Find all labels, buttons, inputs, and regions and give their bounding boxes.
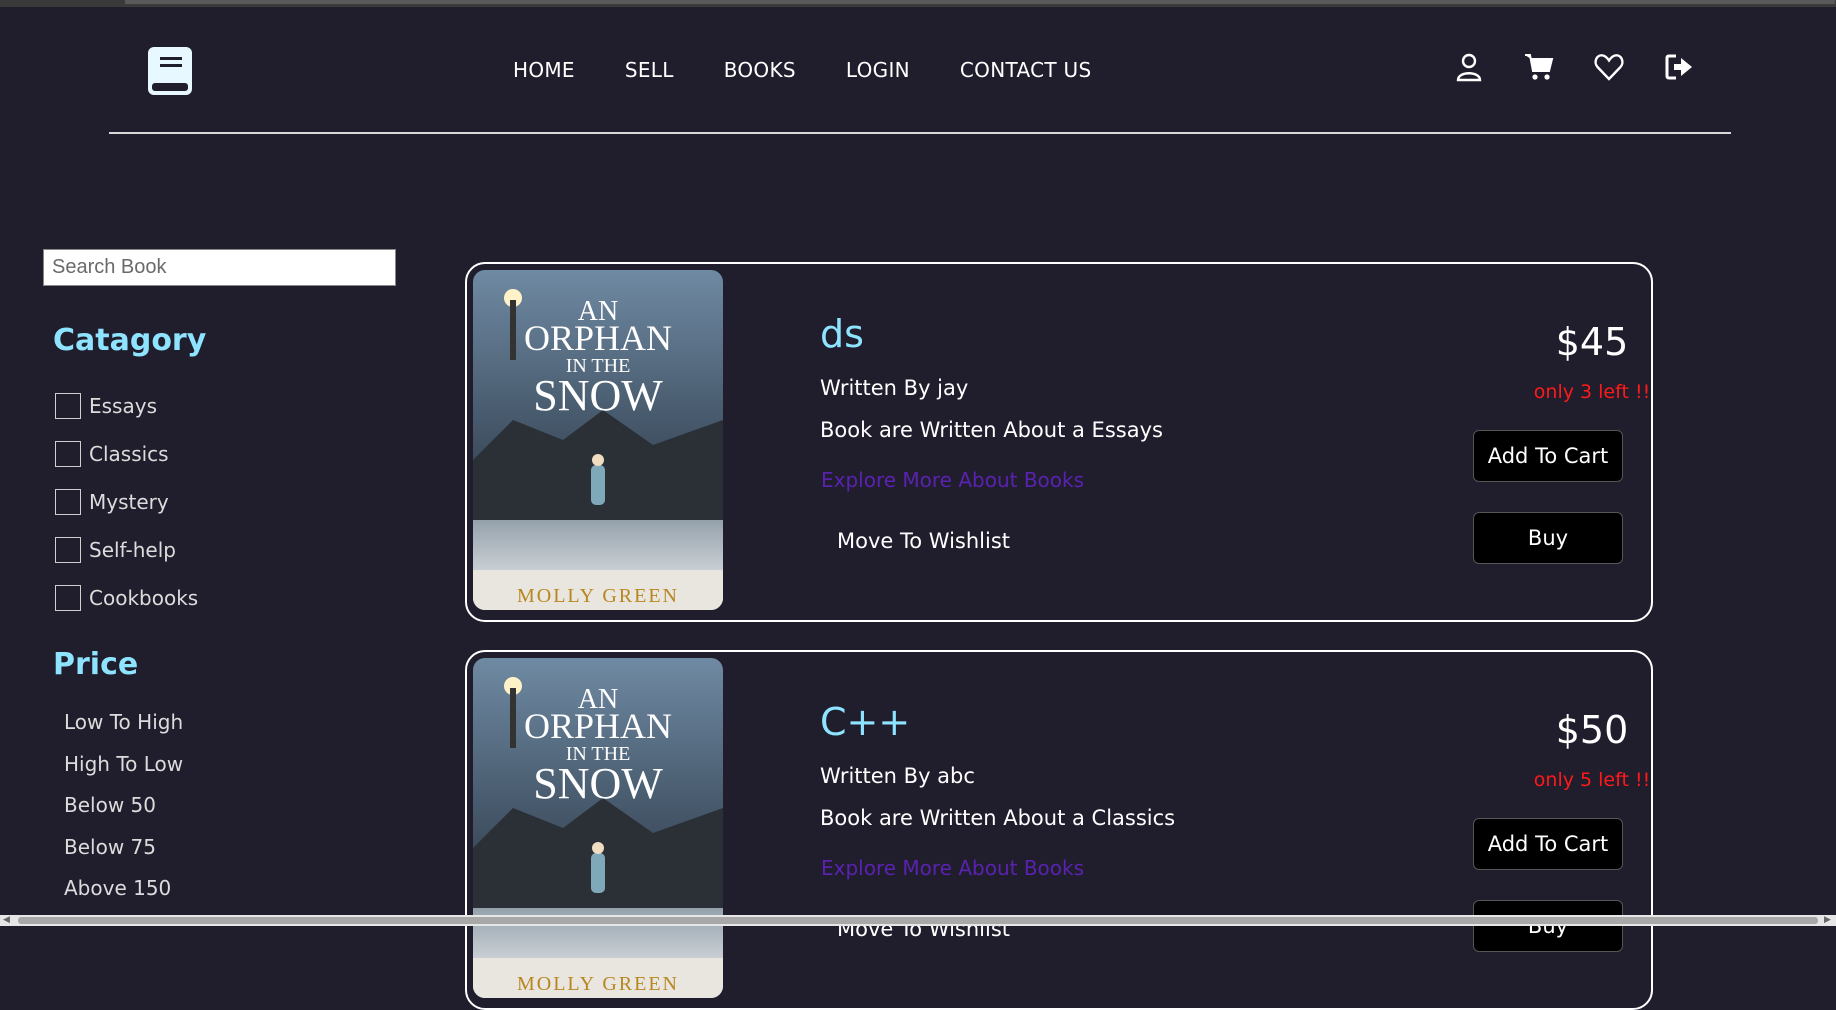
add-to-cart-button[interactable]: Add To Cart <box>1473 430 1623 482</box>
scrollbar-thumb[interactable] <box>18 917 1818 924</box>
book-author: Written By jay <box>820 376 969 400</box>
category-classics[interactable]: Classics <box>55 430 198 478</box>
category-mystery[interactable]: Mystery <box>55 478 198 526</box>
horizontal-scrollbar[interactable]: ◀ ▶ <box>0 915 1836 926</box>
price-above-150[interactable]: Above 150 <box>64 876 183 918</box>
category-list: Essays Classics Mystery Self-help Cookbo… <box>55 382 198 622</box>
category-checkbox[interactable] <box>55 585 81 611</box>
category-checkbox[interactable] <box>55 537 81 563</box>
book-about: Book are Written About a Classics <box>820 806 1176 830</box>
book-cover-image[interactable]: AN ORPHAN IN THE SNOW MOLLY GREEN <box>473 270 723 610</box>
book-title: C++ <box>820 700 911 744</box>
nav-login[interactable]: LOGIN <box>846 58 910 82</box>
book-card: AN ORPHAN IN THE SNOW MOLLY GREEN ds Wri… <box>465 262 1653 622</box>
book-title: ds <box>820 312 864 356</box>
header-divider <box>109 132 1731 134</box>
header-icons <box>1454 52 1694 82</box>
user-icon[interactable] <box>1454 52 1484 82</box>
category-label: Mystery <box>89 490 169 514</box>
price-high-to-low[interactable]: High To Low <box>64 752 183 794</box>
buy-button[interactable]: Buy <box>1473 900 1623 952</box>
move-to-wishlist-button[interactable]: Move To Wishlist <box>837 529 1010 553</box>
stock-warning: only 5 left !! <box>1533 769 1651 791</box>
category-label: Self-help <box>89 538 176 562</box>
price-below-75[interactable]: Below 75 <box>64 835 183 877</box>
main-nav: HOME SELL BOOKS LOGIN CONTACT US <box>513 58 1141 82</box>
category-checkbox[interactable] <box>55 441 81 467</box>
book-card: AN ORPHAN IN THE SNOW MOLLY GREEN C++ Wr… <box>465 650 1653 1010</box>
category-heading: Catagory <box>53 323 207 358</box>
category-self-help[interactable]: Self-help <box>55 526 198 574</box>
cover-title-line: ORPHAN <box>524 318 672 358</box>
cover-title-line: ORPHAN <box>524 706 672 746</box>
category-checkbox[interactable] <box>55 393 81 419</box>
book-about: Book are Written About a Essays <box>820 418 1163 442</box>
nav-contact-us[interactable]: CONTACT US <box>960 58 1092 82</box>
stock-warning: only 3 left !! <box>1533 381 1651 403</box>
price-below-50[interactable]: Below 50 <box>64 793 183 835</box>
cover-author: MOLLY GREEN <box>517 585 679 607</box>
cover-author: MOLLY GREEN <box>517 973 679 995</box>
price-filter-list: Low To High High To Low Below 50 Below 7… <box>64 710 183 918</box>
browser-top-strip <box>0 0 1836 7</box>
cover-title-line: SNOW <box>533 759 663 808</box>
nav-home[interactable]: HOME <box>513 58 575 82</box>
add-to-cart-button[interactable]: Add To Cart <box>1473 818 1623 870</box>
cart-icon[interactable] <box>1524 52 1554 82</box>
price-heading: Price <box>53 647 139 682</box>
buy-button[interactable]: Buy <box>1473 512 1623 564</box>
book-logo-icon[interactable] <box>146 45 194 97</box>
explore-more-link[interactable]: Explore More About Books <box>821 856 1084 880</box>
book-author: Written By abc <box>820 764 975 788</box>
category-checkbox[interactable] <box>55 489 81 515</box>
category-label: Cookbooks <box>89 586 199 610</box>
heart-icon[interactable] <box>1594 52 1624 82</box>
category-cookbooks[interactable]: Cookbooks <box>55 574 198 622</box>
category-essays[interactable]: Essays <box>55 382 198 430</box>
search-input[interactable] <box>43 249 396 286</box>
scroll-left-icon[interactable]: ◀ <box>3 915 10 925</box>
category-label: Essays <box>89 394 157 418</box>
explore-more-link[interactable]: Explore More About Books <box>821 468 1084 492</box>
nav-books[interactable]: BOOKS <box>724 58 796 82</box>
price-low-to-high[interactable]: Low To High <box>64 710 183 752</box>
nav-sell[interactable]: SELL <box>625 58 674 82</box>
book-price: $45 <box>1555 320 1629 364</box>
logout-icon[interactable] <box>1664 52 1694 82</box>
category-label: Classics <box>89 442 169 466</box>
scroll-right-icon[interactable]: ▶ <box>1824 915 1831 925</box>
cover-title-line: SNOW <box>533 371 663 420</box>
book-cover-image[interactable]: AN ORPHAN IN THE SNOW MOLLY GREEN <box>473 658 723 998</box>
book-price: $50 <box>1555 708 1629 752</box>
